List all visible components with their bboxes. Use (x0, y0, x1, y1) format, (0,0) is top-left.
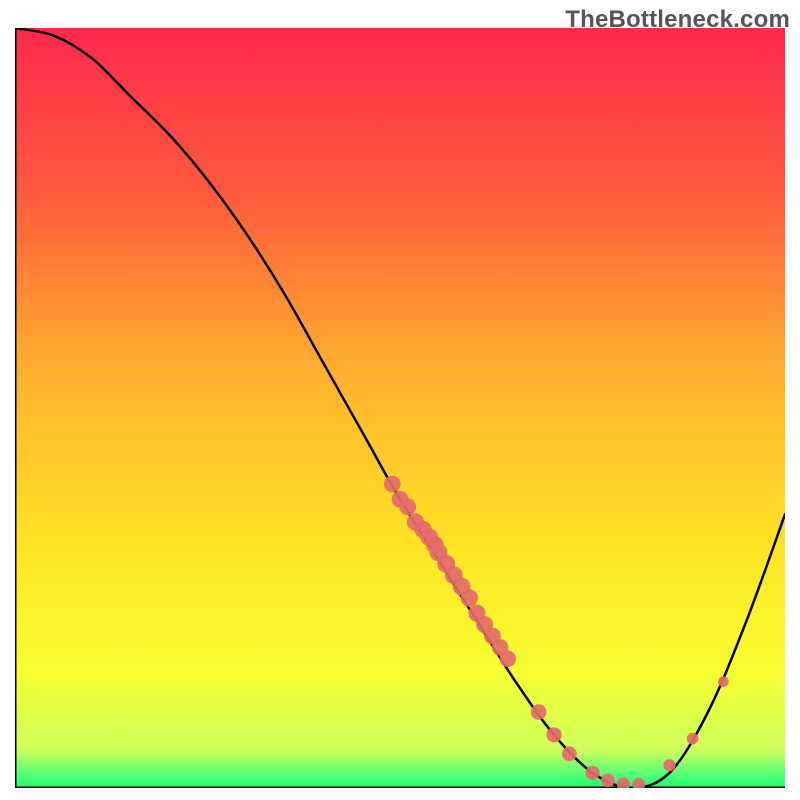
gradient-background (15, 28, 785, 788)
chart-frame: TheBottleneck.com (0, 0, 800, 800)
chart-plot (15, 28, 785, 788)
chart-svg (15, 28, 785, 788)
